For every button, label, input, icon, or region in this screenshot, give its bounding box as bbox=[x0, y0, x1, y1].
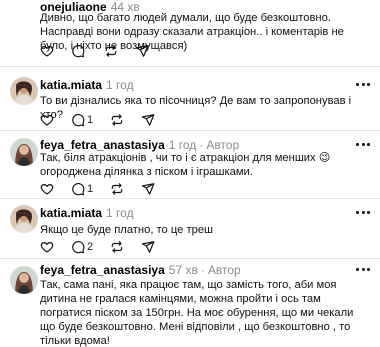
repost-icon bbox=[104, 44, 118, 58]
repost-icon bbox=[110, 182, 124, 196]
repost-button[interactable] bbox=[110, 240, 124, 254]
username[interactable]: feya_fetra_anastasiya bbox=[40, 263, 165, 277]
repost-icon bbox=[110, 113, 124, 127]
more-options-icon[interactable] bbox=[356, 143, 370, 147]
heart-icon bbox=[40, 182, 54, 196]
username[interactable]: katia.miata bbox=[40, 206, 102, 220]
comment-text: Так, біля атракціонів , чи то і є атракц… bbox=[40, 152, 331, 178]
send-icon bbox=[141, 240, 155, 254]
heart-icon bbox=[40, 44, 54, 58]
username[interactable]: feya_fetra_anastasiya bbox=[40, 138, 165, 152]
reply-button[interactable]: 1 bbox=[71, 113, 93, 127]
timestamp: 57 хв bbox=[168, 263, 198, 277]
comment-header: feya_fetra_anastasiya 57 хв · Автор bbox=[40, 263, 241, 277]
like-button[interactable] bbox=[40, 240, 54, 254]
reply-count: 2 bbox=[87, 241, 94, 253]
like-button[interactable] bbox=[40, 182, 54, 196]
reply-button[interactable]: 1 bbox=[71, 182, 93, 196]
heart-icon bbox=[40, 113, 54, 127]
like-button[interactable] bbox=[40, 113, 54, 127]
comment-icon bbox=[71, 44, 85, 58]
author-badge: Автор bbox=[207, 263, 241, 277]
more-options-icon[interactable] bbox=[356, 83, 370, 87]
comment: feya_fetra_anastasiya 57 хв · Автор Так, са… bbox=[0, 263, 380, 347]
reply-button[interactable] bbox=[71, 44, 87, 58]
comment-actions: 1 bbox=[40, 181, 172, 197]
avatar[interactable] bbox=[10, 266, 38, 294]
send-icon bbox=[135, 44, 149, 58]
send-icon bbox=[141, 182, 155, 196]
repost-button[interactable] bbox=[104, 44, 118, 58]
divider bbox=[0, 198, 380, 199]
send-icon bbox=[141, 113, 155, 127]
author-badge: Автор bbox=[206, 138, 240, 152]
comment-icon bbox=[71, 240, 85, 254]
repost-button[interactable] bbox=[110, 182, 124, 196]
share-button[interactable] bbox=[141, 240, 155, 254]
comment-actions bbox=[40, 43, 166, 59]
comment-header: feya_fetra_anastasiya 1 год · Автор bbox=[40, 138, 240, 152]
divider bbox=[0, 66, 380, 67]
comment: onejuliaone 44 хв Дивно, що багато людей … bbox=[0, 0, 380, 66]
timestamp: 1 год bbox=[106, 78, 134, 92]
avatar[interactable] bbox=[10, 77, 38, 105]
reply-count: 1 bbox=[87, 183, 94, 195]
username[interactable]: katia.miata bbox=[40, 78, 102, 92]
comment-actions: 2 bbox=[40, 239, 172, 255]
avatar[interactable] bbox=[10, 205, 38, 233]
comment-header: katia.miata 1 год bbox=[40, 206, 134, 220]
comment: katia.miata 1 год Якщо це буде платно, то… bbox=[0, 202, 380, 258]
comment-actions: 1 bbox=[40, 112, 172, 128]
share-button[interactable] bbox=[141, 113, 155, 127]
comment-icon bbox=[71, 113, 85, 127]
reply-button[interactable]: 2 bbox=[71, 240, 93, 254]
repost-icon bbox=[110, 240, 124, 254]
comment: feya_fetra_anastasiya 1 год · Автор Так, бі… bbox=[0, 135, 380, 198]
avatar[interactable] bbox=[10, 138, 38, 166]
heart-icon bbox=[40, 240, 54, 254]
comment-text: Якщо це буде платно, то це треш bbox=[40, 224, 214, 236]
timestamp: 1 год bbox=[168, 138, 197, 152]
more-options-icon[interactable] bbox=[356, 211, 370, 215]
comment-header: katia.miata 1 год bbox=[40, 78, 134, 92]
repost-button[interactable] bbox=[110, 113, 124, 127]
divider bbox=[0, 130, 380, 131]
comment-text: Так, сама пані, яка працює там, що заміс… bbox=[40, 279, 354, 347]
reply-count: 1 bbox=[87, 114, 94, 126]
more-options-icon[interactable] bbox=[356, 268, 370, 272]
share-button[interactable] bbox=[141, 182, 155, 196]
divider bbox=[0, 258, 380, 259]
comment-icon bbox=[71, 182, 85, 196]
timestamp: 1 год bbox=[106, 206, 134, 220]
comment: katia.miata 1 год То ви дізнались яка то … bbox=[0, 74, 380, 130]
share-button[interactable] bbox=[135, 44, 149, 58]
like-button[interactable] bbox=[40, 44, 54, 58]
comment-thread: onejuliaone 44 хв Дивно, що багато людей … bbox=[0, 0, 380, 347]
